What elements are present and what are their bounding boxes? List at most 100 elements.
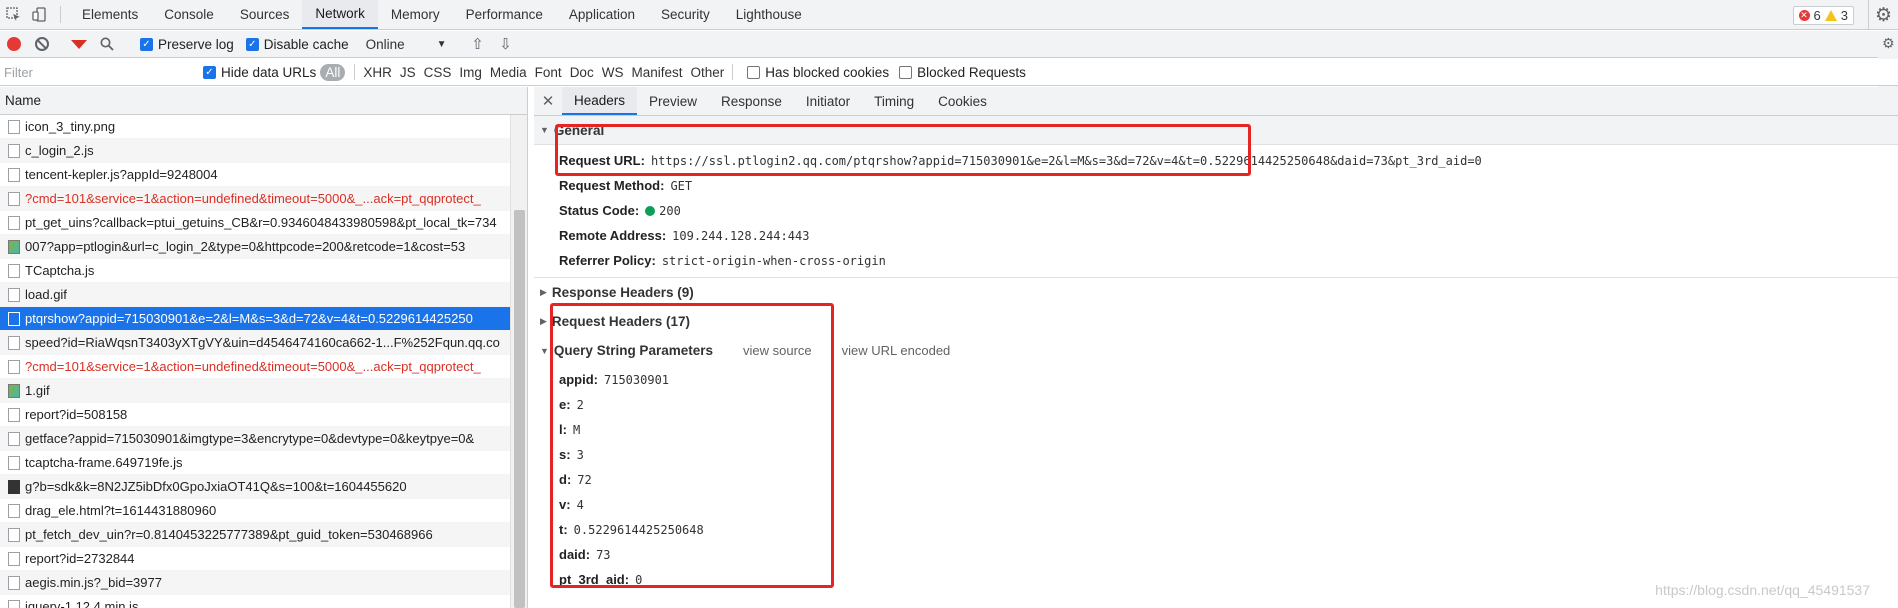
tab-performance[interactable]: Performance [453, 0, 556, 29]
tab-application[interactable]: Application [556, 0, 648, 29]
tab-elements[interactable]: Elements [69, 0, 151, 29]
request-row[interactable]: 1.gif [0, 379, 527, 403]
request-row[interactable]: pt_fetch_dev_uin?r=0.8140453225777389&pt… [0, 523, 527, 547]
query-param-row: l: M [534, 417, 1898, 442]
detail-tab-cookies[interactable]: Cookies [926, 87, 999, 115]
close-icon[interactable]: ✕ [534, 87, 562, 115]
throttling-select[interactable]: Online ▼ [366, 37, 447, 52]
query-param-row: v: 4 [534, 492, 1898, 517]
record-button[interactable] [0, 31, 28, 57]
search-button[interactable] [93, 31, 121, 57]
filter-type-img[interactable]: Img [455, 65, 486, 80]
has-blocked-cookies-checkbox[interactable]: Has blocked cookies [747, 65, 889, 80]
settings-gear-icon[interactable]: ⚙ [1868, 0, 1898, 30]
import-har-button[interactable]: ⇧ [464, 31, 492, 57]
query-string-title: Query String Parameters [553, 343, 713, 358]
request-row[interactable]: ?cmd=101&service=1&action=undefined&time… [0, 187, 527, 211]
file-icon [8, 335, 20, 350]
request-list-panel: Name icon_3_tiny.png c_login_2.js tencent-… [0, 87, 528, 608]
filter-input[interactable] [4, 62, 199, 82]
device-toolbar-icon[interactable] [26, 0, 52, 29]
inspect-element-icon[interactable] [0, 0, 26, 29]
request-row[interactable]: jquery-1.12.4.min.js [0, 595, 527, 608]
tab-lighthouse[interactable]: Lighthouse [723, 0, 815, 29]
preserve-log-checkbox[interactable]: ✓ Preserve log [140, 37, 234, 52]
request-row[interactable]: g?b=sdk&k=8N2JZ5ibDfx0GpoJxiaOT41Q&s=100… [0, 475, 527, 499]
request-row[interactable]: pt_get_uins?callback=ptui_getuins_CB&r=0… [0, 211, 527, 235]
issues-badge[interactable]: ✕ 6 3 [1792, 5, 1854, 25]
file-icon [8, 575, 20, 590]
general-section-header[interactable]: ▼ General [534, 116, 1898, 145]
request-headers-section[interactable]: ▶ Request Headers (17) [534, 307, 1898, 336]
request-row[interactable]: report?id=508158 [0, 403, 527, 427]
request-row[interactable]: load.gif [0, 283, 527, 307]
tab-network[interactable]: Network [302, 0, 378, 29]
filter-type-xhr[interactable]: XHR [359, 65, 396, 80]
request-row[interactable]: icon_3_tiny.png [0, 115, 527, 139]
general-key: Request Method: [559, 178, 665, 193]
general-key: Remote Address: [559, 228, 667, 243]
request-name: icon_3_tiny.png [25, 119, 116, 134]
general-row: Request Method: GET [534, 173, 1898, 198]
blocked-requests-checkbox[interactable]: Blocked Requests [899, 65, 1026, 80]
param-value: 2 [576, 397, 584, 412]
name-column-header[interactable]: Name [0, 87, 527, 115]
filter-toggle-button[interactable] [65, 31, 93, 57]
scrollbar-thumb[interactable] [514, 210, 525, 608]
view-source-link[interactable]: view source [743, 343, 812, 358]
filter-type-js[interactable]: JS [396, 65, 420, 80]
filter-type-all[interactable]: All [320, 63, 346, 81]
general-title: General [553, 122, 605, 138]
request-row[interactable]: TCaptcha.js [0, 259, 527, 283]
file-icon [8, 455, 20, 470]
file-icon [8, 119, 20, 134]
general-rows: Request URL: https://ssl.ptlogin2.qq.com/… [534, 145, 1898, 273]
file-icon [8, 167, 20, 182]
general-value: https://ssl.ptlogin2.qq.com/ptqrshow?app… [650, 153, 1482, 168]
filter-type-other[interactable]: Other [686, 65, 728, 80]
tab-memory[interactable]: Memory [378, 0, 453, 29]
filter-type-font[interactable]: Font [531, 65, 566, 80]
query-param-row: appid: 715030901 [534, 367, 1898, 392]
request-list-scrollbar[interactable] [510, 115, 527, 608]
request-name: g?b=sdk&k=8N2JZ5ibDfx0GpoJxiaOT41Q&s=100… [25, 479, 407, 494]
request-row[interactable]: tencent-kepler.js?appId=9248004 [0, 163, 527, 187]
request-row[interactable]: tcaptcha-frame.649719fe.js [0, 451, 527, 475]
image-icon [8, 479, 20, 494]
filter-type-manifest[interactable]: Manifest [627, 65, 686, 80]
file-icon [8, 215, 20, 230]
request-row[interactable]: report?id=2732844 [0, 547, 527, 571]
request-row[interactable]: aegis.min.js?_bid=3977 [0, 571, 527, 595]
detail-tab-response[interactable]: Response [709, 87, 794, 115]
filter-type-doc[interactable]: Doc [566, 65, 598, 80]
request-row[interactable]: drag_ele.html?t=1614431880960 [0, 499, 527, 523]
hide-data-urls-checkbox[interactable]: ✓ Hide data URLs [203, 65, 316, 80]
disable-cache-checkbox[interactable]: ✓ Disable cache [245, 37, 349, 52]
tab-sources[interactable]: Sources [227, 0, 303, 29]
clear-button[interactable] [28, 31, 56, 57]
request-row[interactable]: getface?appid=715030901&imgtype=3&encryt… [0, 427, 527, 451]
filter-type-ws[interactable]: WS [598, 65, 628, 80]
tab-console[interactable]: Console [151, 0, 227, 29]
request-row[interactable]: ?cmd=101&service=1&action=undefined&time… [0, 355, 527, 379]
detail-tab-preview[interactable]: Preview [637, 87, 709, 115]
view-url-encoded-link[interactable]: view URL encoded [842, 343, 951, 358]
request-row[interactable]: ptqrshow?appid=715030901&e=2&l=M&s=3&d=7… [0, 307, 527, 331]
detail-tab-headers[interactable]: Headers [562, 87, 638, 115]
tab-security[interactable]: Security [648, 0, 723, 29]
response-headers-section[interactable]: ▶ Response Headers (9) [534, 278, 1898, 307]
detail-tab-timing[interactable]: Timing [862, 87, 926, 115]
detail-tab-initiator[interactable]: Initiator [794, 87, 862, 115]
export-har-button[interactable]: ⇩ [492, 31, 520, 57]
file-icon [8, 311, 20, 326]
response-headers-title: Response Headers (9) [551, 285, 694, 300]
param-key: v: [559, 497, 571, 512]
query-string-section[interactable]: ▼ Query String Parameters view source view… [534, 336, 1898, 365]
request-row[interactable]: 007?app=ptlogin&url=c_login_2&type=0&htt… [0, 235, 527, 259]
request-row[interactable]: speed?id=RiaWqsnT3403yXTgVY&uin=d4546474… [0, 331, 527, 355]
hide-data-urls-label: Hide data URLs [221, 64, 317, 80]
filter-type-media[interactable]: Media [486, 65, 531, 80]
request-name: 1.gif [25, 383, 50, 398]
filter-type-css[interactable]: CSS [420, 65, 456, 80]
request-row[interactable]: c_login_2.js [0, 139, 527, 163]
